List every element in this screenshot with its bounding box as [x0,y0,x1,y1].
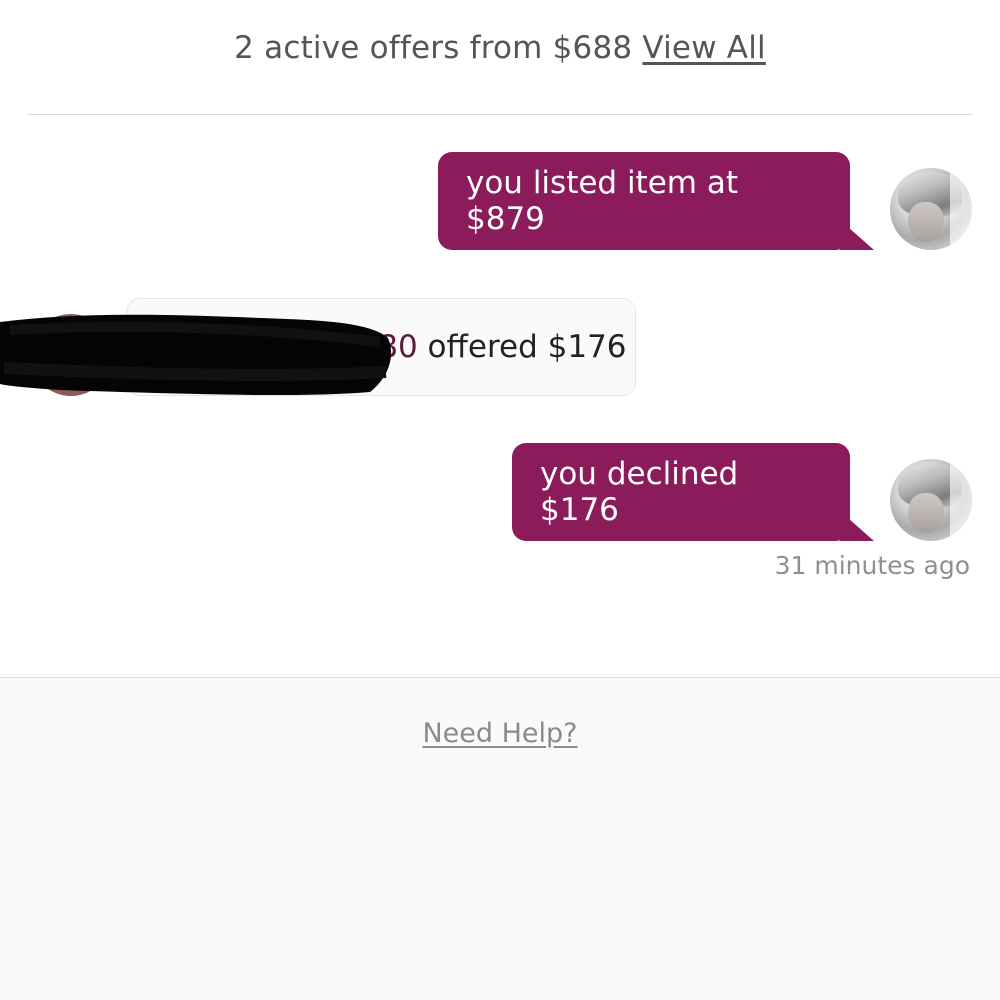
need-help-link[interactable]: Need Help? [422,718,577,749]
message-bubble-declined: you declined $176 [512,443,874,541]
message-text: you listed item at $879 [466,165,738,237]
message-text: offered $176 [417,329,627,365]
message-text: you declined $176 [540,456,739,528]
message-bubble-offer: lisawilliams380 offered $176 [126,298,636,396]
offer-conversation-page: 2 active offers from $688 View All you l… [0,0,1000,1000]
offers-summary-text: 2 active offers from $688 [234,30,633,66]
header-divider [28,114,972,115]
avatar-face [908,202,944,242]
avatar-shade [950,459,972,541]
message-bubble-listed: you listed item at $879 [438,152,874,250]
avatar-face [908,493,944,533]
footer: Need Help? [0,677,1000,1000]
buyer-avatar-initials: LW [49,338,93,372]
message-timestamp: 31 minutes ago [774,551,970,580]
buyer-avatar[interactable]: LW [30,314,112,396]
offers-summary-bar: 2 active offers from $688 View All [0,30,1000,66]
avatar[interactable] [890,459,972,541]
buyer-username[interactable]: lisawilliams380 [181,329,418,365]
view-all-link[interactable]: View All [642,30,765,66]
need-help-row: Need Help? [0,718,1000,749]
avatar-shade [950,168,972,250]
avatar[interactable] [890,168,972,250]
